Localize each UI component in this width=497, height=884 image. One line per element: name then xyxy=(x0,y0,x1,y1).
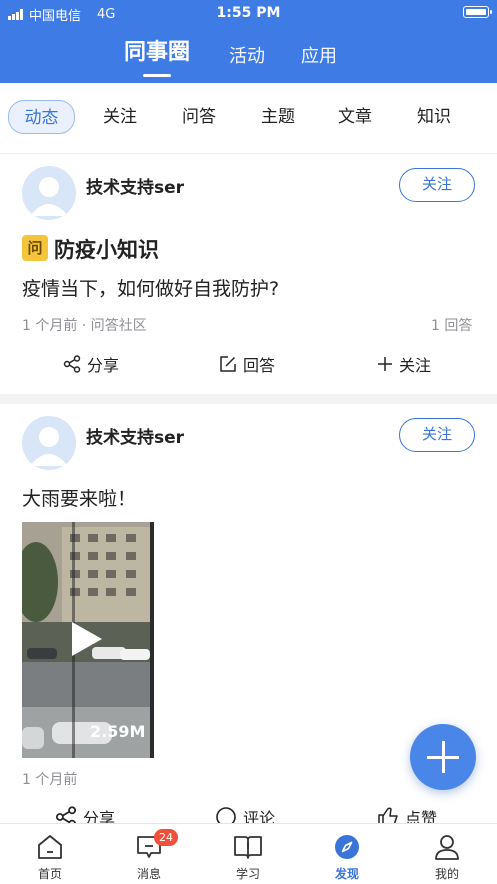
question-title[interactable]: 防疫小知识 xyxy=(54,234,159,264)
action-label: 关注 xyxy=(399,356,432,375)
book-icon xyxy=(213,830,283,864)
nav-label: 发现 xyxy=(334,867,359,881)
app-header: 中国电信 4G 1:55 PM 同事圈 活动 应用 xyxy=(0,0,497,83)
subtab-topics[interactable]: 主题 xyxy=(256,100,300,134)
author-name[interactable]: 技术支持ser xyxy=(86,423,184,448)
person-icon xyxy=(412,830,482,864)
play-icon[interactable] xyxy=(72,622,102,656)
create-post-button[interactable] xyxy=(410,724,476,790)
question-badge: 问 xyxy=(22,235,48,261)
nav-learning[interactable]: 学习 xyxy=(213,830,283,882)
tab-apps[interactable]: 应用 xyxy=(301,42,337,68)
status-bar: 中国电信 4G 1:55 PM xyxy=(0,0,497,26)
post-meta: 1 个月前 · 问答社区 xyxy=(22,318,147,334)
share-icon xyxy=(63,355,81,373)
follow-button[interactable]: 关注 xyxy=(399,168,475,202)
plus-icon xyxy=(378,357,392,371)
tab-colleague-circle[interactable]: 同事圈 xyxy=(124,34,191,77)
tab-label: 同事圈 xyxy=(124,40,191,65)
battery-icon xyxy=(463,6,492,18)
tab-label: 活动 xyxy=(229,46,265,67)
action-label: 回答 xyxy=(243,356,276,375)
tab-activities[interactable]: 活动 xyxy=(229,42,265,68)
nav-label: 学习 xyxy=(235,867,260,881)
subtab-articles[interactable]: 文章 xyxy=(333,100,377,134)
nav-discover[interactable]: 发现 xyxy=(312,830,382,882)
subtab-knowledge[interactable]: 知识 xyxy=(412,100,456,134)
sub-tabs: 动态 关注 问答 主题 文章 知识 xyxy=(0,83,497,154)
question-body[interactable]: 疫情当下，如何做好自我防护? xyxy=(22,274,279,301)
subtab-following[interactable]: 关注 xyxy=(98,100,142,134)
action-label: 分享 xyxy=(87,356,120,375)
unread-badge: 24 xyxy=(154,829,178,846)
nav-profile[interactable]: 我的 xyxy=(412,830,482,882)
answer-count: 1 回答 xyxy=(431,318,473,334)
share-button[interactable]: 分享 xyxy=(63,351,119,377)
answer-button[interactable]: 回答 xyxy=(219,351,275,377)
bottom-nav: 首页 消息 24 学习 发现 我的 xyxy=(0,823,497,884)
subtab-qa[interactable]: 问答 xyxy=(177,100,221,134)
nav-messages[interactable]: 消息 24 xyxy=(114,829,184,882)
video-duration: 2.59M xyxy=(90,722,146,741)
active-tab-indicator xyxy=(143,74,171,77)
subtab-feed[interactable]: 动态 xyxy=(8,100,75,134)
follow-question-button[interactable]: 关注 xyxy=(377,351,431,377)
compass-icon xyxy=(312,830,382,864)
post-text[interactable]: 大雨要来啦！ xyxy=(22,484,136,511)
clock: 1:55 PM xyxy=(216,5,281,21)
nav-label: 我的 xyxy=(434,867,459,881)
nav-label: 首页 xyxy=(37,867,62,881)
feed-card-question[interactable]: 技术支持ser 关注 问 防疫小知识 疫情当下，如何做好自我防护? 1 个月前 … xyxy=(0,154,497,394)
follow-button[interactable]: 关注 xyxy=(399,418,475,452)
home-icon xyxy=(15,830,85,864)
nav-home[interactable]: 首页 xyxy=(15,830,85,882)
edit-icon xyxy=(220,356,236,372)
top-tabs: 同事圈 活动 应用 xyxy=(0,34,497,77)
video-thumbnail[interactable]: 2.59M xyxy=(22,522,154,758)
post-meta: 1 个月前 xyxy=(22,772,78,788)
avatar[interactable] xyxy=(22,166,76,220)
author-name[interactable]: 技术支持ser xyxy=(86,173,184,198)
nav-label: 消息 xyxy=(136,867,161,881)
tab-label: 应用 xyxy=(301,46,337,67)
avatar[interactable] xyxy=(22,416,76,470)
